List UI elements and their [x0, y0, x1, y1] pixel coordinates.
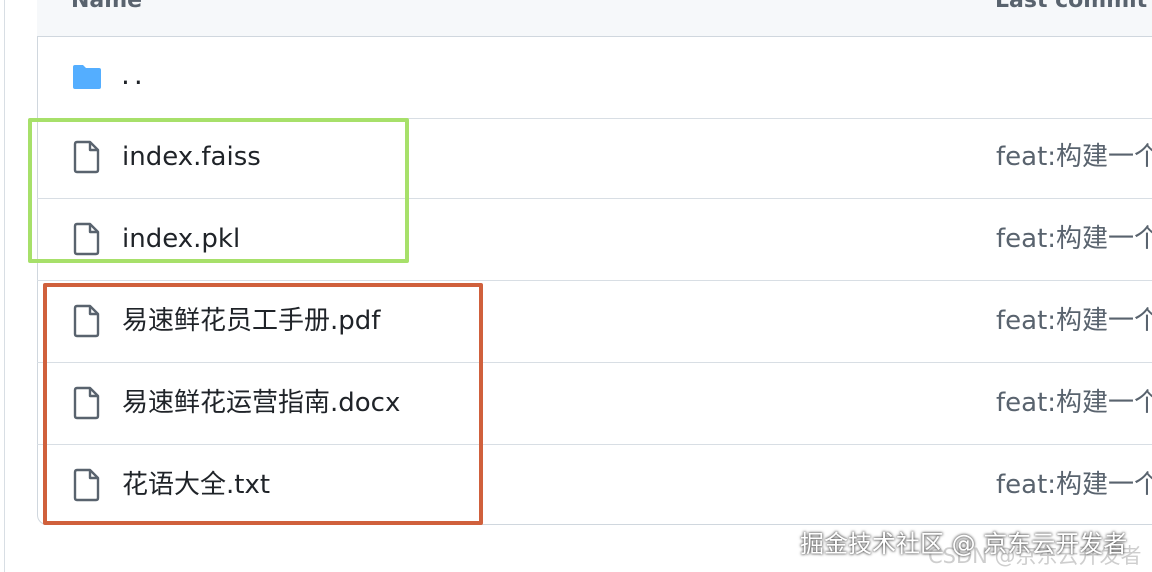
- table-row-parent-directory[interactable]: ..: [37, 37, 1152, 119]
- highlight-box-document-files: [43, 283, 483, 525]
- commit-message-link[interactable]: feat:构建一个: [996, 221, 1152, 257]
- file-browser-page: Name Last commit m .. index.faiss feat:构…: [0, 0, 1152, 572]
- column-header-name[interactable]: Name: [71, 0, 142, 13]
- parent-directory-link[interactable]: ..: [121, 57, 147, 93]
- column-header-last-commit[interactable]: Last commit m: [995, 0, 1152, 13]
- highlight-box-index-files: [28, 118, 409, 263]
- outer-border: [4, 0, 5, 572]
- watermark-juejin: 掘金技术社区 @ 京东云开发者: [800, 530, 1128, 558]
- commit-message-link[interactable]: feat:构建一个: [996, 303, 1152, 339]
- commit-message-link[interactable]: feat:构建一个: [996, 467, 1152, 503]
- folder-icon: [73, 65, 101, 89]
- commit-message-link[interactable]: feat:构建一个: [996, 385, 1152, 421]
- table-header: Name Last commit m: [37, 0, 1152, 37]
- commit-message-link[interactable]: feat:构建一个: [996, 139, 1152, 175]
